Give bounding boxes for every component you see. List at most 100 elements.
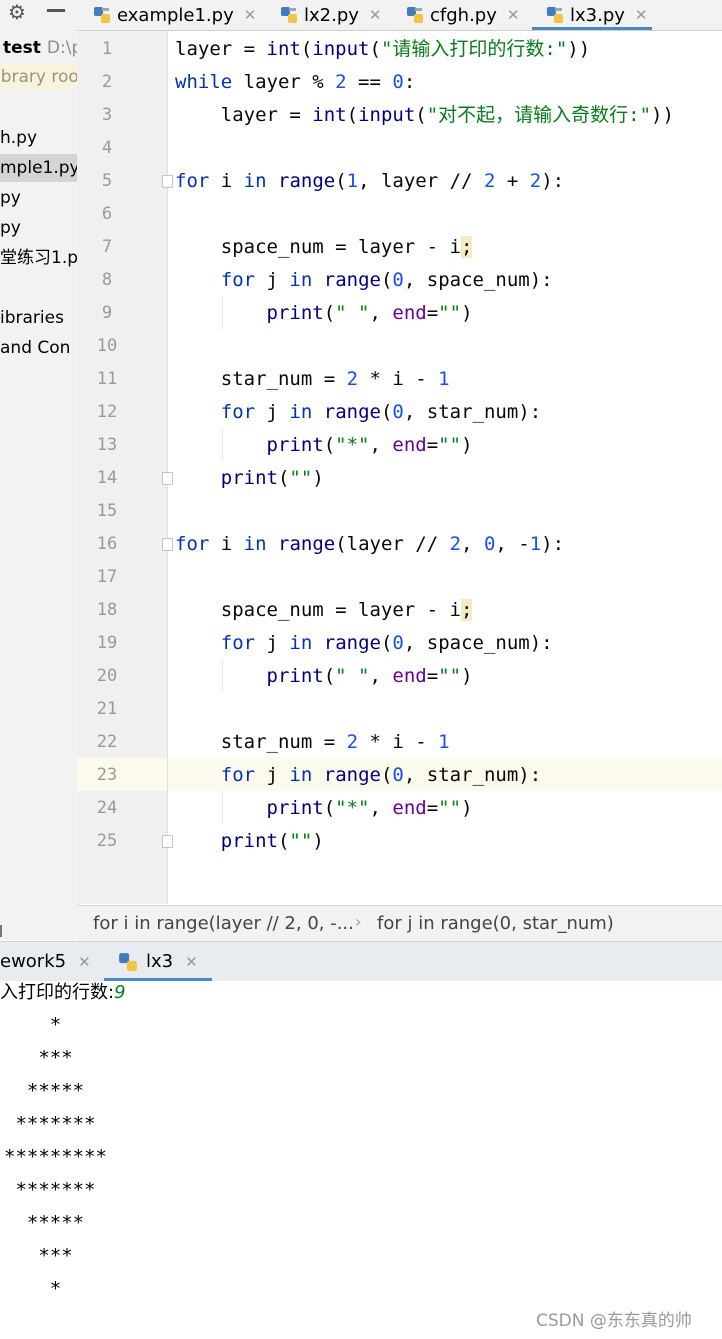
indent-guide — [222, 428, 223, 461]
fold-end-icon[interactable] — [162, 472, 173, 485]
python-file-icon — [94, 7, 110, 23]
line-number: 17 — [96, 567, 118, 587]
console-output-line: * — [4, 1014, 62, 1036]
line-number: 22 — [96, 732, 118, 752]
line-number: 15 — [96, 501, 118, 521]
line-number: 6 — [101, 204, 113, 224]
indent-guide — [222, 296, 223, 329]
console-output-line: ***** — [4, 1212, 85, 1234]
close-icon[interactable]: ✕ — [185, 953, 198, 971]
code-line[interactable]: print("") — [175, 462, 324, 495]
code-line[interactable]: while layer % 2 == 0: — [175, 66, 415, 99]
line-number: 4 — [101, 138, 113, 158]
tree-item[interactable]: 堂练习1.py — [0, 246, 77, 270]
tree-item-external-libraries[interactable]: ibraries — [0, 306, 64, 330]
line-number: 11 — [96, 369, 118, 389]
line-number: 3 — [101, 105, 113, 125]
code-line[interactable]: space_num = layer - i; — [175, 594, 473, 627]
project-sidebar: ⚙ testD:\p ibrary roo h.py mple1.py py p… — [0, 0, 78, 940]
tree-item-selected[interactable]: mple1.py — [0, 156, 77, 180]
console-prompt: 入打印的行数: — [0, 982, 115, 1003]
fold-end-icon[interactable] — [162, 835, 173, 848]
tab-label: lx2.py — [304, 4, 359, 26]
line-number: 12 — [96, 402, 118, 422]
close-icon[interactable]: ✕ — [369, 6, 382, 24]
indent-guide — [222, 659, 223, 692]
run-tab-ework5[interactable]: ework5 ✕ — [0, 951, 91, 972]
tree-item[interactable]: h.py — [0, 126, 37, 150]
code-line[interactable]: for i in range(1, layer // 2 + 2): — [175, 165, 564, 198]
fold-marker-icon[interactable] — [162, 538, 173, 551]
line-number: 9 — [101, 303, 113, 323]
python-file-icon — [281, 7, 297, 23]
editor-tab-bar: example1.py ✕ lx2.py ✕ cfgh.py ✕ lx3.py … — [77, 0, 722, 31]
code-line[interactable]: space_num = layer - i; — [175, 231, 473, 264]
tree-item-scratches[interactable]: and Con — [0, 336, 70, 360]
code-line[interactable]: for i in range(layer // 2, 0, -1): — [175, 528, 564, 561]
tab-label: lx3.py — [570, 4, 625, 26]
tree-item[interactable]: py — [0, 186, 21, 210]
library-root-label: ibrary roo — [0, 63, 77, 91]
code-line[interactable]: layer = int(input("请输入打印的行数:")) — [175, 33, 590, 66]
console-output-line: ********* — [4, 1146, 107, 1168]
indent-guide — [222, 791, 223, 824]
close-icon[interactable]: ✕ — [78, 953, 91, 971]
code-line[interactable]: print("*", end="") — [175, 792, 473, 825]
run-tab-label: ework5 — [0, 951, 67, 972]
close-icon[interactable]: ✕ — [507, 6, 520, 24]
tab-lx3[interactable]: lx3.py ✕ — [546, 0, 647, 30]
console-output-line: *** — [4, 1245, 73, 1267]
run-tab-lx3[interactable]: lx3 ✕ — [118, 951, 198, 972]
tab-lx2[interactable]: lx2.py ✕ — [280, 0, 381, 30]
line-number: 8 — [101, 270, 113, 290]
project-path: D:\p — [46, 38, 77, 58]
python-file-icon — [547, 7, 563, 23]
tab-example1[interactable]: example1.py ✕ — [93, 0, 256, 30]
tree-item[interactable]: py — [0, 216, 21, 240]
close-icon[interactable]: ✕ — [244, 6, 257, 24]
sidebar-toolbar: ⚙ — [0, 0, 77, 28]
code-line[interactable]: star_num = 2 * i - 1 — [175, 726, 450, 759]
tab-cfgh[interactable]: cfgh.py ✕ — [406, 0, 519, 30]
project-name: test — [3, 38, 41, 58]
code-line[interactable]: for j in range(0, space_num): — [175, 264, 553, 297]
python-icon — [119, 952, 137, 971]
tab-label: example1.py — [117, 4, 234, 26]
console-input-value: 9 — [114, 982, 126, 1003]
fold-marker-icon[interactable] — [162, 175, 173, 188]
code-line[interactable]: for j in range(0, star_num): — [175, 759, 541, 792]
console-prompt-line: 入打印的行数:9 — [0, 976, 126, 1009]
line-number: 18 — [96, 600, 118, 620]
line-number: 14 — [96, 468, 118, 488]
run-console[interactable] — [0, 981, 722, 1339]
breadcrumb-item[interactable]: for i in range(layer // 2, 0, -... — [93, 913, 354, 934]
code-line[interactable]: star_num = 2 * i - 1 — [175, 363, 450, 396]
line-number: 10 — [96, 336, 118, 356]
code-line[interactable]: print(" ", end="") — [175, 297, 473, 330]
code-line[interactable]: print("") — [175, 825, 324, 858]
minimize-icon[interactable] — [47, 9, 65, 12]
code-line[interactable]: layer = int(input("对不起，请输入奇数行:")) — [175, 99, 674, 132]
line-number: 24 — [96, 798, 118, 818]
breadcrumb-separator: › — [355, 912, 362, 931]
code-line[interactable]: print(" ", end="") — [175, 660, 473, 693]
console-output-line: ******* — [4, 1179, 96, 1201]
code-line[interactable]: print("*", end="") — [175, 429, 473, 462]
line-number: 2 — [101, 72, 113, 92]
breadcrumb-item[interactable]: for j in range(0, star_num) — [377, 913, 614, 934]
line-number: 25 — [96, 831, 118, 851]
python-file-icon — [407, 7, 423, 23]
line-number: 16 — [96, 534, 118, 554]
gear-icon[interactable]: ⚙ — [8, 0, 26, 24]
run-tab-label: lx3 — [146, 951, 174, 972]
close-icon[interactable]: ✕ — [635, 6, 648, 24]
line-number: 13 — [96, 435, 118, 455]
project-root[interactable]: testD:\p — [3, 37, 77, 59]
code-line[interactable]: for j in range(0, star_num): — [175, 396, 541, 429]
console-output-line: ******* — [4, 1113, 96, 1135]
gutter-divider — [167, 31, 168, 904]
line-number: 19 — [96, 633, 118, 653]
console-output-line: *** — [4, 1047, 73, 1069]
code-line[interactable]: for j in range(0, space_num): — [175, 627, 553, 660]
scroll-mark — [0, 925, 2, 937]
